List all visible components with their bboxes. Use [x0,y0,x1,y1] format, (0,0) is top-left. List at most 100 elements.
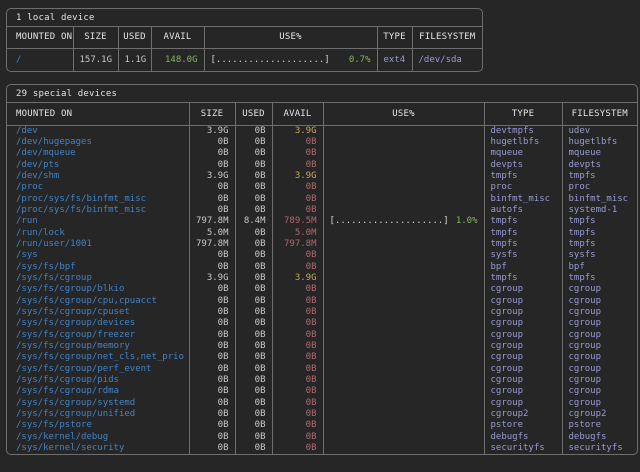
filesystem-cell: /dev/sda [412,48,482,71]
used-cell: 0B [235,182,272,193]
filesystem-cell: tmpfs [562,228,637,239]
filesystem-cell: hugetlbfs [562,137,637,148]
use-bar-cell [323,228,484,239]
filesystem-cell: cgroup [562,375,637,386]
used-cell: 0B [235,398,272,409]
column-header-used: USED [235,103,272,125]
filesystem-cell: debugfs [562,432,637,443]
used-cell: 0B [235,194,272,205]
use-bar-cell [323,160,484,171]
used-cell: 1.1G [118,48,151,71]
use-bar-cell [323,182,484,193]
mount-cell: /sys/kernel/security [7,443,189,454]
avail-cell: 0B [272,318,323,329]
avail-cell: 0B [272,364,323,375]
size-cell: 3.9G [189,171,235,182]
use-bar-cell [323,352,484,363]
used-cell: 0B [235,239,272,250]
used-cell: 0B [235,432,272,443]
mount-cell: /sys/fs/cgroup/net_cls,net_prio [7,352,189,363]
size-cell: 5.0M [189,228,235,239]
column-header-type: TYPE [484,103,562,125]
table-row: /sys/fs/cgroup/blkio0B0B0Bcgroupcgroup [7,284,637,295]
avail-cell: 797.8M [272,239,323,250]
avail-cell: 0B [272,352,323,363]
size-cell: 0B [189,330,235,341]
avail-cell: 0B [272,375,323,386]
column-header-size: SIZE [189,103,235,125]
size-cell: 0B [189,137,235,148]
type-cell: cgroup2 [484,409,562,420]
filesystem-cell: tmpfs [562,171,637,182]
type-cell: devpts [484,160,562,171]
size-cell: 0B [189,375,235,386]
filesystem-cell: cgroup [562,398,637,409]
mount-cell: /sys/fs/cgroup/memory [7,341,189,352]
table-row: /sys/kernel/security0B0B0Bsecurityfssecu… [7,443,637,454]
usage-bar: [....................] [211,55,330,65]
mount-cell: /sys/fs/cgroup/cpuset [7,307,189,318]
filesystem-cell: sysfs [562,250,637,261]
type-cell: proc [484,182,562,193]
avail-cell: 0B [272,160,323,171]
used-cell: 0B [235,375,272,386]
column-header-avail: AVAIL [151,27,204,48]
filesystem-cell: cgroup [562,341,637,352]
table-row: /dev/mqueue0B0B0Bmqueuemqueue [7,148,637,159]
special-devices-table: 29 special devices MOUNTED ONSIZEUSEDAVA… [6,84,638,455]
mount-cell: /sys/fs/cgroup/perf_event [7,364,189,375]
used-cell: 0B [235,307,272,318]
size-cell: 0B [189,262,235,273]
device-table: MOUNTED ONSIZEUSEDAVAILUSE%TYPEFILESYSTE… [7,103,637,454]
mount-cell: /sys/fs/cgroup/freezer [7,330,189,341]
table-row: /sys/fs/cgroup/freezer0B0B0Bcgroupcgroup [7,330,637,341]
filesystem-cell: tmpfs [562,239,637,250]
use-bar-cell [323,318,484,329]
table-row: /proc/sys/fs/binfmt_misc0B0B0Bautofssyst… [7,205,637,216]
avail-cell: 0B [272,398,323,409]
mount-cell: /dev/pts [7,160,189,171]
size-cell: 0B [189,432,235,443]
used-cell: 0B [235,125,272,137]
size-cell: 0B [189,443,235,454]
mount-cell: /sys/fs/cgroup/pids [7,375,189,386]
size-cell: 0B [189,386,235,397]
mount-cell: /dev/mqueue [7,148,189,159]
used-cell: 0B [235,205,272,216]
avail-cell: 0B [272,194,323,205]
use-bar-cell [323,262,484,273]
table-row: /dev3.9G0B3.9Gdevtmpfsudev [7,125,637,137]
use-bar-cell [323,398,484,409]
filesystem-cell: devpts [562,160,637,171]
table-row: /sys/fs/cgroup/memory0B0B0Bcgroupcgroup [7,341,637,352]
filesystem-cell: proc [562,182,637,193]
table-row: /sys/fs/cgroup/perf_event0B0B0Bcgroupcgr… [7,364,637,375]
filesystem-cell: pstore [562,420,637,431]
use-bar-cell [323,386,484,397]
use-bar-cell: [....................]1.0% [323,216,484,227]
use-bar-cell [323,375,484,386]
size-cell: 0B [189,307,235,318]
mount-cell: /sys/fs/cgroup/blkio [7,284,189,295]
size-cell: 797.8M [189,239,235,250]
use-bar-cell [323,330,484,341]
size-cell: 3.9G [189,273,235,284]
type-cell: ext4 [377,48,412,71]
avail-cell: 3.9G [272,273,323,284]
use-bar-cell [323,171,484,182]
type-cell: securityfs [484,443,562,454]
type-cell: pstore [484,420,562,431]
table-title: 29 special devices [7,85,637,103]
used-cell: 0B [235,262,272,273]
table-row: /sys0B0B0Bsysfssysfs [7,250,637,261]
header-row: MOUNTED ONSIZEUSEDAVAILUSE%TYPEFILESYSTE… [7,27,482,48]
filesystem-cell: cgroup [562,364,637,375]
size-cell: 0B [189,148,235,159]
size-cell: 0B [189,409,235,420]
filesystem-cell: systemd-1 [562,205,637,216]
used-cell: 0B [235,160,272,171]
used-cell: 0B [235,273,272,284]
used-cell: 0B [235,284,272,295]
size-cell: 0B [189,420,235,431]
column-header-use: USE% [204,27,377,48]
